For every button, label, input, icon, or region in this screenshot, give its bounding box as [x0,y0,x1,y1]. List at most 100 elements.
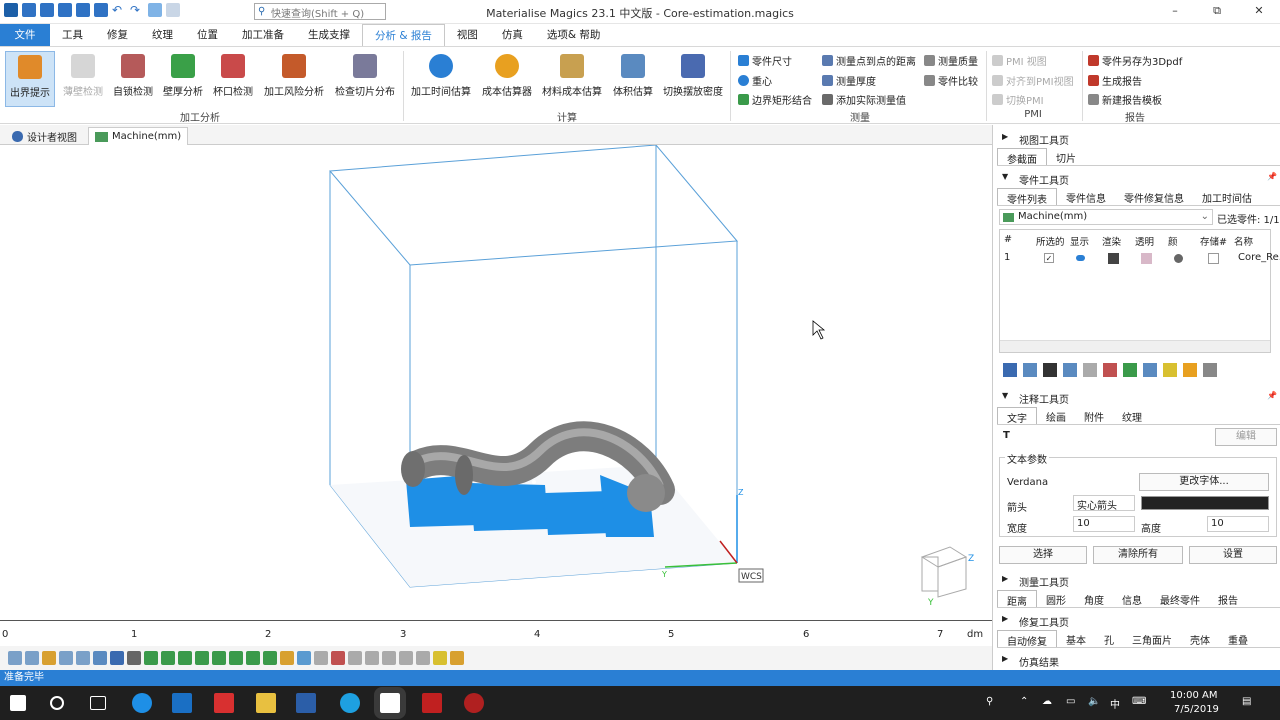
menu-view[interactable]: 视图 [445,24,490,46]
simulation-results-header[interactable]: ▶ 仿真结果 [993,654,1280,669]
word-icon[interactable] [296,693,316,713]
edge-icon[interactable] [132,693,152,713]
zoom-window-icon[interactable] [25,651,39,665]
measure-toolbar-header[interactable]: ▶ 测量工具页 [993,574,1280,589]
tab-designer-view[interactable]: 设计者视图 [6,127,83,145]
generate-report-button[interactable]: 生成报告 [1088,73,1142,88]
align-pmi-view-button[interactable]: 对齐到PMI视图 [992,73,1074,88]
menu-tools[interactable]: 工具 [50,24,95,46]
tab-attachment[interactable]: 附件 [1075,407,1113,424]
selected-checkbox[interactable]: ✓ [1044,253,1054,263]
tab-shell[interactable]: 壳体 [1181,630,1219,647]
file-explorer-icon[interactable] [256,693,276,713]
annotation-toolbar-header[interactable]: ▼ 注释工具页 📌 [993,391,1280,406]
part-action-icon[interactable] [1023,363,1037,377]
tab-angle[interactable]: 角度 [1075,590,1113,607]
part-action-icon[interactable] [1103,363,1117,377]
thin-wall-button[interactable]: 薄壁检测 [59,51,107,98]
3d-viewport[interactable]: WCS Z Y Z Y [0,144,992,620]
box-select-icon[interactable] [212,651,226,665]
pmi-view-button[interactable]: PMI 视图 [992,53,1047,68]
shell-select-icon[interactable] [178,651,192,665]
minimize-button[interactable]: – [1154,0,1196,22]
nesting-density-button[interactable]: 切换摆放密度 [662,51,724,98]
part-action-icon[interactable] [1123,363,1137,377]
text-tool-icon[interactable]: T [1003,430,1010,441]
mark-surface-icon[interactable] [450,651,464,665]
cost-estimator-button[interactable]: 成本估算器 [478,51,536,98]
app-dark-icon[interactable] [464,693,484,713]
tab-machine[interactable]: Machine(mm) [88,127,189,145]
zoom-icon[interactable] [8,651,22,665]
new-report-template-button[interactable]: 新建报告模板 [1088,92,1162,107]
outlook-icon[interactable] [172,693,192,713]
wall-thickness-button[interactable]: 壁厚分析 [160,51,206,98]
interlock-check-button[interactable]: 自锁检测 [110,51,156,98]
part-action-icon[interactable] [1083,363,1097,377]
unmark-icon[interactable] [314,651,328,665]
eye-icon[interactable] [1076,255,1085,261]
transparency-cube-icon[interactable] [1141,253,1152,264]
toggle-pmi-button[interactable]: 切换PMI [992,92,1044,107]
measure-thickness-button[interactable]: 测量厚度 [822,73,876,88]
height-input[interactable]: 10 [1207,516,1269,532]
part-dimensions-button[interactable]: 零件尺寸 [738,53,792,68]
clock-date[interactable]: 7/5/2019 [1174,704,1219,715]
settings-button[interactable]: 设置 [1189,546,1277,564]
center-of-gravity-button[interactable]: 重心 [738,73,772,88]
tab-texture[interactable]: 纹理 [1113,407,1151,424]
tab-part-repair-info[interactable]: 零件修复信息 [1115,188,1193,205]
part-action-icon[interactable] [1163,363,1177,377]
view-cube-icon[interactable] [93,651,107,665]
measure-quality-button[interactable]: 测量质量 [924,53,978,68]
tab-text[interactable]: 文字 [997,407,1037,425]
menu-texture[interactable]: 纹理 [140,24,185,46]
delete-marked-icon[interactable] [331,651,345,665]
magics-taskbar-icon[interactable] [374,687,406,719]
lasso-icon[interactable] [195,651,209,665]
repair-toolbar-header[interactable]: ▶ 修复工具页 [993,614,1280,629]
close-button[interactable]: ✕ [1238,0,1280,22]
chevron-up-icon[interactable]: ⌃ [1020,696,1028,707]
tab-section[interactable]: 参截面 [997,148,1047,166]
menu-build-prep[interactable]: 加工准备 [230,24,296,46]
pan-icon[interactable] [42,651,56,665]
keyboard-icon[interactable]: ⌨ [1132,696,1146,707]
tab-hole[interactable]: 孔 [1095,630,1123,647]
curve-select-icon[interactable] [263,651,277,665]
table-row[interactable]: 1 ✓ Core_Re... [1000,252,1280,266]
network-icon[interactable]: ▭ [1066,696,1075,707]
expand-marked-icon[interactable] [365,651,379,665]
tab-overlap[interactable]: 重叠 [1219,630,1257,647]
search-icon[interactable] [50,696,64,710]
shrink-marked-icon[interactable] [382,651,396,665]
tab-draw[interactable]: 绘画 [1037,407,1075,424]
skype-icon[interactable] [340,693,360,713]
perspective-icon[interactable] [110,651,124,665]
volume-estimate-button[interactable]: 体积估算 [608,51,658,98]
menu-support[interactable]: 生成支撑 [296,24,362,46]
menu-simulation[interactable]: 仿真 [490,24,535,46]
material-cost-button[interactable]: 材料成本估算 [540,51,604,98]
out-of-bounds-button[interactable]: 出界提示 [5,51,55,107]
change-font-button[interactable]: 更改字体... [1139,473,1269,491]
build-time-button[interactable]: 加工时间估算 [408,51,474,98]
triangle-select-icon[interactable] [144,651,158,665]
horizontal-scrollbar[interactable] [1000,340,1270,352]
ime-indicator[interactable]: 中 [1110,696,1120,711]
grow-select-icon[interactable] [229,651,243,665]
view-cube[interactable] [920,546,968,598]
onedrive-icon[interactable]: ☁ [1042,696,1052,707]
surface-select-icon[interactable] [161,651,175,665]
store-cube-icon[interactable] [1208,253,1219,264]
render-cube-icon[interactable] [1108,253,1119,264]
color-dot-icon[interactable] [1174,254,1183,263]
width-input[interactable]: 10 [1073,516,1135,532]
save-3dpdf-button[interactable]: 零件另存为3Dpdf [1088,53,1182,68]
mark-shell-icon[interactable] [433,651,447,665]
part-action-icon[interactable] [1183,363,1197,377]
menu-options-help[interactable]: 选项& 帮助 [535,24,613,46]
windows-start-icon[interactable] [10,695,26,711]
bounding-box-button[interactable]: 边界矩形结合 [738,92,812,107]
slice-distribution-button[interactable]: 检查切片分布 [333,51,397,98]
